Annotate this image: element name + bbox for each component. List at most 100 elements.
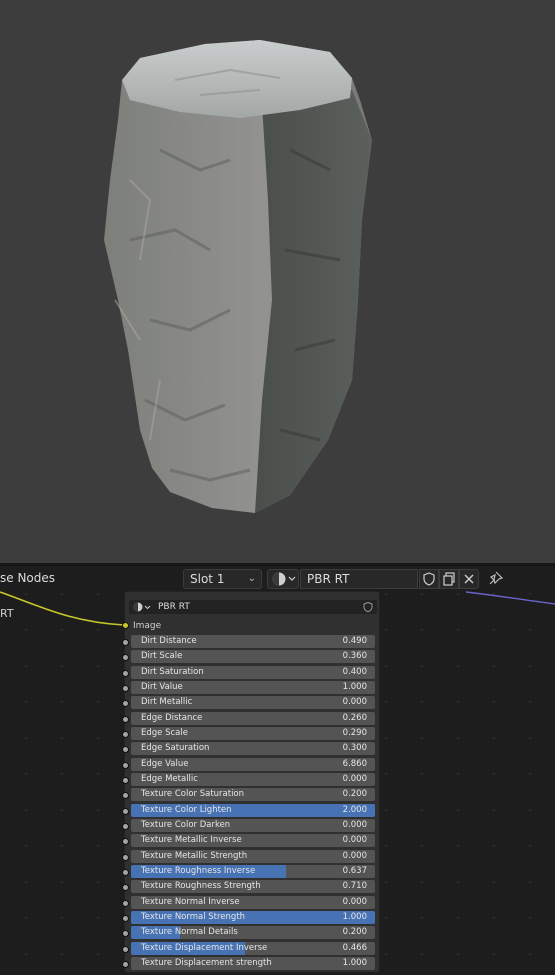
image-input-socket[interactable] xyxy=(122,622,129,629)
input-socket[interactable] xyxy=(122,654,129,662)
input-socket[interactable] xyxy=(122,700,129,708)
input-socket[interactable] xyxy=(122,685,129,692)
value-slider[interactable]: Texture Normal Details 0.200 xyxy=(131,926,375,940)
input-socket[interactable] xyxy=(122,777,129,784)
group-node-pbr-rt[interactable]: PBR RT Image Dirt Distance 0.490 Dirt Scal… xyxy=(122,591,381,973)
value-slider[interactable]: Texture Color Saturation 0.200 xyxy=(131,788,375,802)
value-slider[interactable]: Texture Displacement strength 1.000 xyxy=(131,956,375,970)
input-socket[interactable] xyxy=(122,669,129,677)
slider-value: 1.000 xyxy=(342,957,367,968)
material-browse-button[interactable] xyxy=(267,569,299,589)
unlink-material-button[interactable] xyxy=(459,569,479,589)
value-slider[interactable]: Edge Distance 0.260 xyxy=(131,711,375,725)
value-slider[interactable]: Dirt Scale 0.360 xyxy=(131,650,375,664)
input-socket[interactable] xyxy=(122,884,129,892)
value-slider[interactable]: Texture Color Lighten 2.000 xyxy=(131,803,375,817)
material-sphere-icon xyxy=(133,602,151,612)
node-input-row: Texture Normal Details 0.200 xyxy=(122,926,381,941)
slider-label: Texture Roughness Inverse xyxy=(141,865,256,876)
slider-value: 0.637 xyxy=(342,865,367,876)
slot-dropdown[interactable]: Slot 1 ⌄ xyxy=(183,569,262,589)
input-socket[interactable] xyxy=(122,823,129,830)
duplicate-material-button[interactable] xyxy=(439,569,459,589)
slider-label: Edge Metallic xyxy=(141,774,198,784)
input-socket[interactable] xyxy=(122,930,129,938)
input-socket[interactable] xyxy=(122,715,129,723)
slider-value: 0.000 xyxy=(342,835,367,846)
value-slider[interactable]: Dirt Metallic 0.000 xyxy=(131,696,375,710)
slider-label: Dirt Scale xyxy=(141,651,183,662)
editor-title: se Nodes xyxy=(0,571,56,585)
fake-user-button[interactable] xyxy=(419,569,439,589)
value-slider[interactable]: Texture Roughness Strength 0.710 xyxy=(131,880,375,894)
value-slider[interactable]: Texture Roughness Inverse 0.637 xyxy=(131,864,375,878)
slider-label: Texture Normal Strength xyxy=(141,911,246,922)
slider-value: 0.200 xyxy=(342,789,367,800)
value-slider[interactable]: Texture Metallic Strength 0.000 xyxy=(131,849,375,863)
node-input-row: Dirt Saturation 0.400 xyxy=(122,665,381,681)
value-slider[interactable]: Edge Metallic 0.000 xyxy=(131,773,375,786)
value-slider[interactable]: Texture Metallic Inverse 0.000 xyxy=(131,834,375,848)
value-slider[interactable]: Texture Normal Inverse 0.000 xyxy=(131,895,375,909)
node-input-row: Dirt Metallic 0.000 xyxy=(122,696,381,711)
node-input-row: Texture Displacement Inverse 0.466 xyxy=(122,941,381,957)
input-socket[interactable] xyxy=(122,792,129,800)
input-socket[interactable] xyxy=(122,761,129,769)
node-input-row: Edge Distance 0.260 xyxy=(122,711,381,727)
value-slider[interactable]: Edge Scale 0.290 xyxy=(131,727,375,740)
input-socket[interactable] xyxy=(122,807,129,815)
node-input-row: Texture Color Darken 0.000 xyxy=(122,819,381,834)
slider-value: 0.400 xyxy=(342,666,367,677)
shader-node-editor[interactable]: se Nodes Slot 1 ⌄ PBR RT RT PBR RT Image… xyxy=(0,566,555,975)
slider-value: 1.000 xyxy=(342,911,367,922)
slider-value: 0.000 xyxy=(342,850,367,861)
value-slider[interactable]: Texture Displacement Inverse 0.466 xyxy=(131,941,375,955)
shield-icon[interactable] xyxy=(362,601,374,613)
input-socket[interactable] xyxy=(122,914,129,922)
input-socket[interactable] xyxy=(122,853,129,861)
slider-label: Texture Displacement Inverse xyxy=(141,942,268,953)
value-slider[interactable]: Dirt Value 1.000 xyxy=(131,681,375,694)
value-slider[interactable]: Dirt Saturation 0.400 xyxy=(131,665,375,679)
input-socket[interactable] xyxy=(122,868,129,876)
pin-icon xyxy=(489,571,504,585)
image-input-label: Image xyxy=(133,621,162,631)
node-input-row: Texture Displacement strength 1.000 xyxy=(122,956,381,972)
slider-label: Texture Color Lighten xyxy=(141,804,232,815)
input-socket[interactable] xyxy=(122,838,129,846)
slider-value: 6.860 xyxy=(342,758,367,769)
node-input-row: Edge Saturation 0.300 xyxy=(122,742,381,757)
value-slider[interactable]: Texture Normal Strength 1.000 xyxy=(131,910,375,924)
chevron-down-icon: ⌄ xyxy=(247,573,256,584)
slider-value: 0.260 xyxy=(342,712,367,723)
input-socket[interactable] xyxy=(122,746,129,754)
slider-value: 0.710 xyxy=(342,881,367,892)
input-socket[interactable] xyxy=(122,899,129,907)
material-name-field[interactable]: PBR RT xyxy=(300,569,418,589)
slider-label: Texture Displacement strength xyxy=(141,957,272,968)
value-slider[interactable]: Texture Color Darken 0.000 xyxy=(131,819,375,832)
input-socket[interactable] xyxy=(122,731,129,738)
input-socket[interactable] xyxy=(122,960,129,968)
value-slider[interactable]: Dirt Distance 0.490 xyxy=(131,635,375,648)
slider-label: Edge Saturation xyxy=(141,743,210,754)
node-input-row: Texture Metallic Strength 0.000 xyxy=(122,849,381,865)
node-input-row: Dirt Distance 0.490 xyxy=(122,635,381,650)
slider-label: Texture Color Saturation xyxy=(141,789,245,800)
slider-label: Edge Value xyxy=(141,758,189,769)
offscreen-node-label: RT xyxy=(0,607,14,620)
slider-label: Texture Normal Inverse xyxy=(141,896,240,907)
value-slider[interactable]: Edge Value 6.860 xyxy=(131,757,375,771)
duplicate-icon xyxy=(443,572,455,586)
slider-value: 0.360 xyxy=(342,651,367,662)
slider-label: Texture Roughness Strength xyxy=(141,881,261,892)
slider-value: 0.000 xyxy=(342,820,367,830)
input-socket[interactable] xyxy=(122,945,129,953)
pin-button[interactable] xyxy=(485,569,505,589)
slider-value: 0.466 xyxy=(342,942,367,953)
input-socket[interactable] xyxy=(122,639,129,646)
node-input-row: Texture Roughness Inverse 0.637 xyxy=(122,864,381,880)
3d-viewport[interactable] xyxy=(0,0,555,563)
node-datablock-selector[interactable]: PBR RT xyxy=(129,600,377,614)
value-slider[interactable]: Edge Saturation 0.300 xyxy=(131,742,375,756)
